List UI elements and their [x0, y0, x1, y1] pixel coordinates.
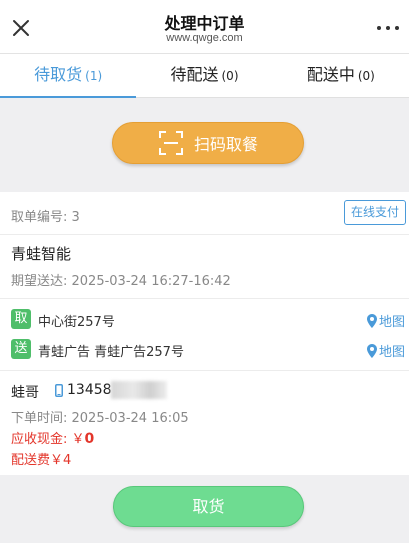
cash-value: 0 [84, 431, 95, 447]
map-link-label: 地图 [378, 315, 405, 330]
pickup-tag: 取 [11, 309, 31, 329]
tab-delivering[interactable]: 配送中 (0) [273, 54, 409, 97]
delivery-tag: 送 [11, 339, 31, 359]
payment-badge: 在线支付 [344, 200, 406, 225]
pickup-address: 中心街257号 [38, 315, 115, 330]
cash-due: 应收现金: ￥0 [11, 428, 94, 447]
app-header: 处理中订单 www.qwge.com [0, 0, 409, 54]
tab-label: 待取货 [34, 65, 83, 84]
scan-section: 扫码取餐 [0, 98, 409, 192]
delivery-address: 青蛙广告 青蛙广告257号 [38, 345, 184, 360]
tab-pending-pickup[interactable]: 待取货 (1) [0, 54, 137, 98]
cash-label: 应收现金: ￥ [11, 432, 85, 447]
tab-label: 配送中 [306, 65, 355, 84]
delivery-map-link[interactable]: 地图 [366, 341, 405, 360]
location-pin-icon [366, 313, 377, 328]
page-subtitle: www.qwge.com [166, 32, 243, 44]
customer-name: 蛙哥 [11, 385, 39, 401]
divider [0, 298, 409, 299]
scan-frame-icon [158, 131, 183, 155]
location-pin-icon [366, 343, 377, 358]
tab-count: (0) [221, 69, 239, 83]
tab-count: (0) [357, 69, 375, 83]
phone-redaction [111, 381, 167, 399]
map-link-label: 地图 [378, 345, 405, 360]
scan-pickup-button[interactable]: 扫码取餐 [112, 122, 304, 164]
page-title: 处理中订单 [164, 14, 245, 33]
divider [0, 370, 409, 371]
expected-delivery-time: 期望送达: 2025-03-24 16:27-16:42 [11, 274, 231, 289]
delivery-fee: 配送费￥4 [11, 453, 72, 468]
scan-button-label: 扫码取餐 [193, 135, 258, 154]
order-number: 取单编号: 3 [11, 210, 80, 225]
tab-count: (1) [85, 69, 103, 83]
footer-bar: 取货 [0, 475, 409, 543]
shop-name: 青蛙智能 [11, 245, 72, 263]
order-time: 下单时间: 2025-03-24 16:05 [11, 411, 189, 426]
divider [0, 234, 409, 235]
customer-phone[interactable]: 13458 [67, 382, 112, 398]
more-dots-icon[interactable] [375, 18, 401, 38]
phone-icon [55, 384, 63, 397]
pickup-button[interactable]: 取货 [113, 486, 304, 527]
tab-pending-delivery[interactable]: 待配送 (0) [136, 54, 272, 97]
tab-label: 待配送 [170, 65, 219, 84]
status-tabs: 待取货 (1) 待配送 (0) 配送中 (0) [0, 54, 409, 98]
pickup-map-link[interactable]: 地图 [366, 311, 405, 330]
